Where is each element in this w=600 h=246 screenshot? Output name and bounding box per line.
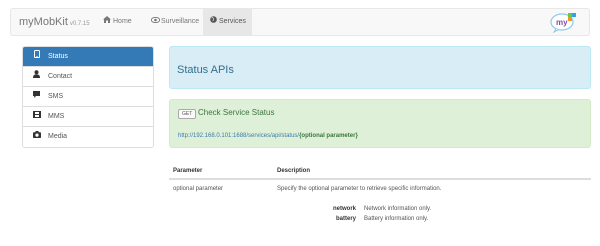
camera-icon [32, 127, 41, 147]
column-header-description: Description [277, 168, 311, 174]
option-value-battery: Battery information only. [364, 216, 429, 222]
option-key-network: network [332, 206, 356, 212]
sidebar-item-media[interactable]: Media [23, 127, 153, 147]
page-title: Status APIs [177, 64, 234, 76]
option-key-battery: battery [335, 216, 356, 222]
service-panel: GET Check Service Status http://192.168.… [169, 99, 591, 148]
sidebar-item-contact[interactable]: Contact [23, 67, 153, 87]
nav-services-label: Services [219, 18, 246, 25]
sidebar-item-label: Media [48, 133, 68, 140]
sidebar-item-sms[interactable]: SMS [23, 87, 153, 107]
app-version: v0.7.15 [69, 21, 90, 27]
home-icon [103, 9, 111, 35]
status-header-panel: Status APIs [169, 46, 591, 89]
top-navbar: myMobKit v0.7.15 Home Surveillance Servic… [10, 8, 590, 36]
user-icon [32, 67, 41, 87]
sidebar-item-label: MMS [48, 113, 65, 120]
parameter-name: optional parameter [173, 186, 224, 192]
parameter-table: Parameter Description optional parameter… [169, 164, 591, 240]
app-brand[interactable]: myMobKit v0.7.15 [19, 16, 90, 28]
sidebar-item-status[interactable]: Status [23, 47, 153, 67]
service-url-param: {optional parameter} [299, 133, 358, 139]
service-url-link[interactable]: http://192.168.0.101:1688/services/api/s… [178, 133, 358, 139]
service-url-base: http://192.168.0.101:1688/services/api/s… [178, 133, 300, 139]
sidebar: Status Contact SMS MMS Media [22, 46, 154, 148]
table-header-divider [169, 178, 591, 180]
sidebar-item-label: Contact [48, 73, 73, 80]
film-icon [32, 107, 41, 127]
parameter-description: Specify the optional parameter to retrie… [277, 186, 442, 192]
app-logo: my [549, 11, 577, 34]
option-value-network: Network information only. [364, 206, 432, 212]
brand-name: myMobKit [19, 16, 68, 28]
mobile-icon [32, 47, 41, 67]
http-method-badge: GET [178, 109, 197, 119]
nav-services[interactable]: Services [203, 9, 252, 35]
svg-text:my: my [556, 18, 568, 27]
chat-icon [32, 87, 41, 107]
nav-home[interactable]: Home [97, 9, 138, 35]
nav-home-label: Home [113, 18, 132, 25]
sidebar-item-label: Status [48, 53, 68, 60]
service-title: Check Service Status [198, 108, 275, 117]
nav-surveillance[interactable]: Surveillance [145, 9, 205, 35]
column-header-parameter: Parameter [173, 168, 203, 174]
sidebar-item-mms[interactable]: MMS [23, 107, 153, 127]
eye-icon [150, 9, 161, 35]
globe-icon [209, 9, 217, 35]
nav-surveillance-label: Surveillance [161, 18, 200, 25]
sidebar-item-label: SMS [48, 93, 64, 100]
